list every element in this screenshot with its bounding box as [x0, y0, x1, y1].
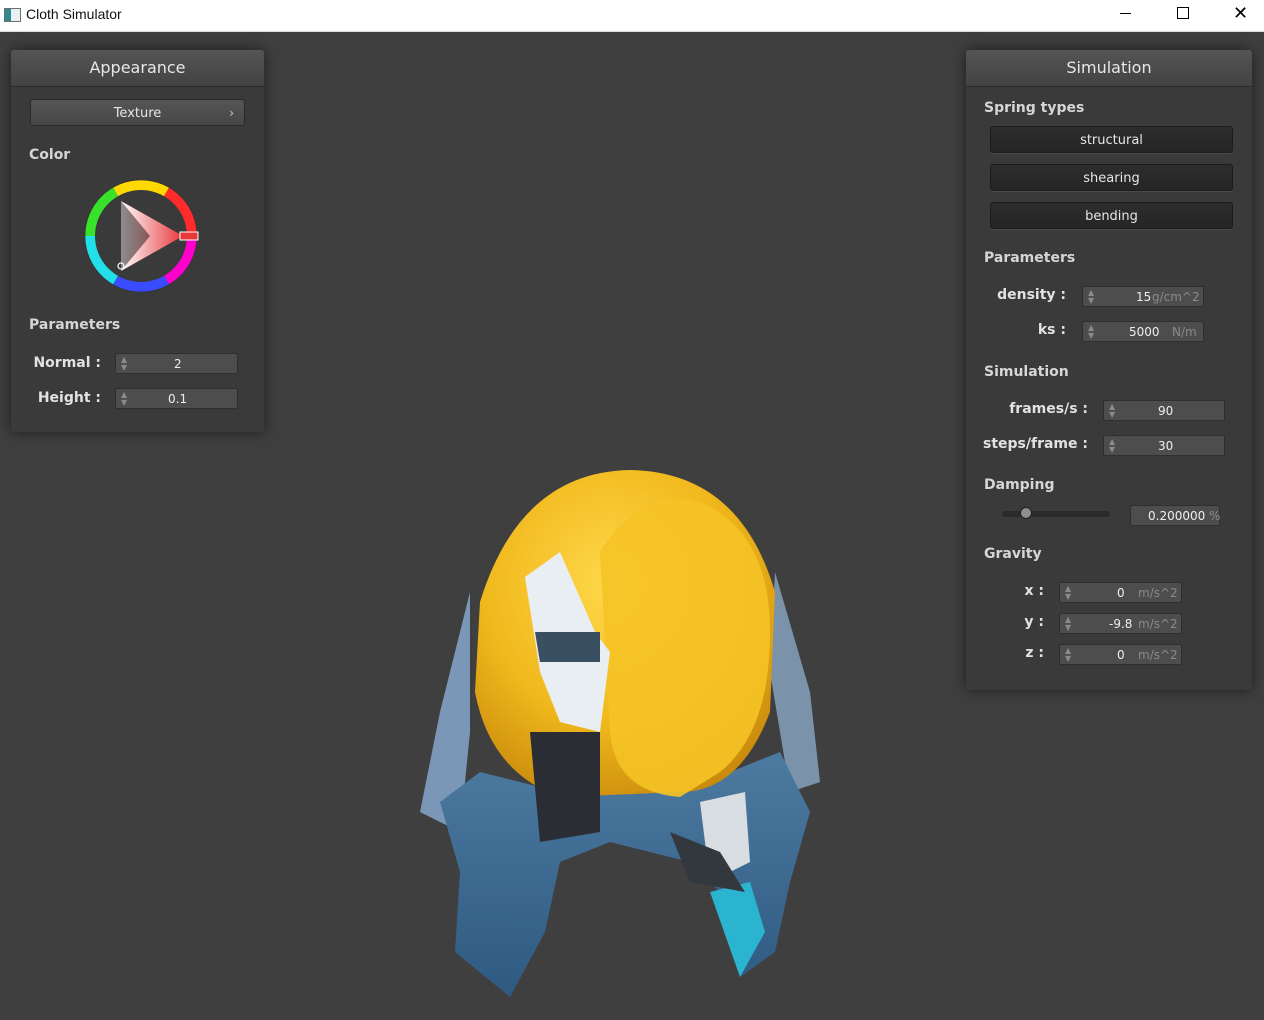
spinner-icon[interactable]: ▲ ▼ — [121, 356, 127, 372]
close-button[interactable]: ✕ — [1212, 0, 1264, 31]
gravity-z-label: z : — [1025, 645, 1044, 661]
gravity-z-input[interactable]: ▲ ▼ 0 m/s^2 — [1059, 644, 1182, 665]
fps-label: frames/s : — [1009, 401, 1088, 417]
sim-simulation-label: Simulation — [984, 364, 1069, 380]
app-icon — [4, 8, 21, 22]
spinner-icon[interactable]: ▲ ▼ — [1088, 289, 1094, 305]
hue-handle[interactable] — [179, 231, 199, 241]
fps-input[interactable]: ▲ ▼ 90 — [1103, 400, 1225, 421]
normal-input[interactable]: ▲ ▼ 2 — [115, 353, 238, 374]
spinner-icon[interactable]: ▲ ▼ — [1088, 324, 1094, 340]
damping-slider[interactable] — [1002, 507, 1110, 519]
spinner-icon[interactable]: ▲ ▼ — [1109, 438, 1115, 454]
appearance-parameters-label: Parameters — [29, 317, 121, 333]
color-label: Color — [29, 147, 71, 163]
structural-toggle[interactable]: structural — [990, 126, 1233, 153]
gravity-x-label: x : — [1024, 583, 1044, 599]
chevron-right-icon: › — [229, 106, 234, 120]
minimize-button[interactable] — [1096, 0, 1154, 31]
sim-parameters-label: Parameters — [984, 250, 1076, 266]
bending-toggle[interactable]: bending — [990, 202, 1233, 229]
spinner-icon[interactable]: ▲ ▼ — [121, 391, 127, 407]
steps-input[interactable]: ▲ ▼ 30 — [1103, 435, 1225, 456]
spinner-icon[interactable]: ▲ ▼ — [1065, 585, 1071, 601]
spinner-icon[interactable]: ▲ ▼ — [1065, 616, 1071, 632]
maximize-button[interactable] — [1154, 0, 1212, 31]
damping-slider-track — [1002, 511, 1110, 517]
gravity-label: Gravity — [984, 546, 1042, 562]
height-input[interactable]: ▲ ▼ 0.1 — [115, 388, 238, 409]
damping-input[interactable]: 0.200000 % — [1130, 505, 1220, 526]
minimize-icon — [1120, 13, 1131, 14]
texture-popup-button[interactable]: Texture › — [30, 99, 245, 126]
ks-label: ks : — [1037, 322, 1066, 338]
normal-label: Normal : — [33, 355, 101, 371]
appearance-panel: Appearance Texture › Color Parameters No… — [11, 50, 264, 432]
spinner-icon[interactable]: ▲ ▼ — [1109, 403, 1115, 419]
simulation-panel: Simulation Spring types structural shear… — [966, 50, 1252, 690]
title-bar: Cloth Simulator ✕ — [0, 0, 1264, 32]
texture-label: Texture — [113, 106, 162, 121]
spinner-icon[interactable]: ▲ ▼ — [1065, 647, 1071, 663]
simulation-header[interactable]: Simulation — [966, 50, 1252, 87]
density-input[interactable]: ▲ ▼ 15 g/cm^2 — [1082, 286, 1204, 307]
color-wheel[interactable] — [80, 176, 204, 296]
close-icon: ✕ — [1233, 3, 1249, 24]
maximize-icon — [1177, 7, 1189, 19]
gravity-y-label: y : — [1024, 614, 1044, 630]
shearing-toggle[interactable]: shearing — [990, 164, 1233, 191]
ks-input[interactable]: ▲ ▼ 5000 N/m — [1082, 321, 1204, 342]
window-title: Cloth Simulator — [26, 6, 122, 22]
appearance-header[interactable]: Appearance — [11, 50, 264, 87]
density-label: density : — [997, 287, 1066, 303]
damping-label: Damping — [984, 477, 1055, 493]
cloth-mesh — [420, 470, 820, 997]
gravity-x-input[interactable]: ▲ ▼ 0 m/s^2 — [1059, 582, 1182, 603]
height-label: Height : — [37, 390, 101, 406]
spring-types-label: Spring types — [984, 100, 1085, 116]
damping-slider-knob[interactable] — [1019, 507, 1032, 519]
gravity-y-input[interactable]: ▲ ▼ -9.8 m/s^2 — [1059, 613, 1182, 634]
steps-label: steps/frame : — [983, 436, 1088, 452]
